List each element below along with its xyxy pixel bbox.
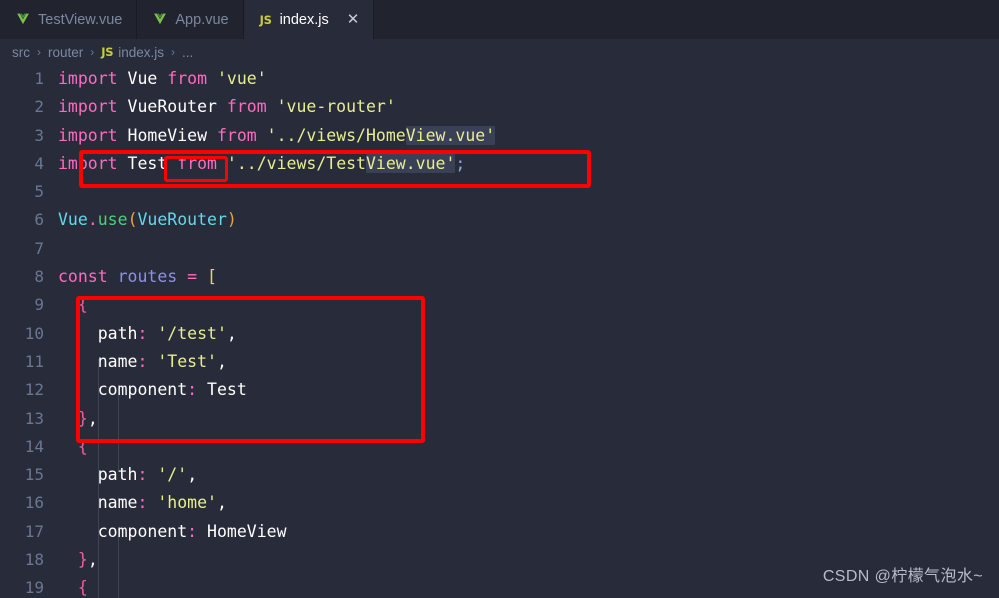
code-line: 12 component: Test	[0, 376, 999, 404]
code-line: 15 path: '/',	[0, 461, 999, 489]
breadcrumb: src › router › JS index.js › ...	[0, 39, 999, 65]
tab-label: TestView.vue	[38, 11, 123, 28]
watermark: CSDN @柠檬气泡水~	[822, 568, 983, 585]
line-number: 7	[34, 238, 44, 258]
line-number: 15	[24, 465, 44, 485]
line-content: name: 'home',	[97, 493, 227, 513]
line-content: component: Test	[97, 380, 247, 400]
code-line: 4 import Test from '../views/TestView.vu…	[0, 150, 999, 178]
line-content: import Test from '../views/TestView.vue'…	[58, 153, 466, 173]
line-content: path: '/test',	[97, 323, 237, 343]
line-number: 10	[24, 323, 44, 343]
code-line: 8 const routes = [	[0, 263, 999, 291]
breadcrumb-item-file[interactable]: index.js	[118, 45, 164, 60]
line-number: 14	[24, 436, 44, 456]
tab-label: index.js	[279, 11, 329, 28]
code-editor[interactable]: 1 import Vue from 'vue' 2 import VueRout…	[0, 65, 999, 598]
breadcrumb-item-src[interactable]: src	[12, 45, 30, 60]
line-number: 9	[34, 295, 44, 315]
vue-icon	[153, 13, 167, 26]
line-number: 5	[34, 182, 44, 202]
tab-label: App.vue	[175, 11, 229, 28]
line-content: Vue.use(VueRouter)	[58, 210, 237, 230]
code-line: 2 import VueRouter from 'vue-router'	[0, 93, 999, 121]
line-number: 11	[24, 351, 44, 371]
line-number: 8	[34, 267, 44, 287]
code-line: 11 name: 'Test',	[0, 348, 999, 376]
code-line: 17 component: HomeView	[0, 518, 999, 546]
line-content: {	[77, 436, 88, 456]
line-content: },	[77, 550, 98, 570]
line-number: 19	[24, 578, 44, 598]
code-line: 10 path: '/test',	[0, 320, 999, 348]
vue-icon	[16, 13, 30, 26]
line-number: 18	[24, 550, 44, 570]
line-number: 12	[24, 380, 44, 400]
line-content: },	[77, 408, 98, 428]
chevron-right-icon: ›	[171, 45, 176, 59]
breadcrumb-item-symbols[interactable]: ...	[182, 45, 193, 60]
line-content: {	[77, 295, 88, 315]
line-number: 3	[34, 125, 44, 145]
line-content: {	[77, 578, 88, 598]
line-content: const routes = [	[58, 267, 217, 287]
code-line: 14 {	[0, 433, 999, 461]
chevron-right-icon: ›	[90, 45, 95, 59]
code-line: 5	[0, 178, 999, 206]
tab-app-vue[interactable]: App.vue	[137, 0, 244, 39]
line-content: path: '/',	[97, 465, 198, 485]
tab-testview-vue[interactable]: TestView.vue	[0, 0, 138, 39]
chevron-right-icon: ›	[37, 45, 41, 59]
code-line: 3 import HomeView from '../views/HomeVie…	[0, 122, 999, 150]
tab-bar-empty-space	[374, 0, 999, 39]
line-content: import Vue from 'vue'	[58, 69, 267, 88]
line-number: 13	[24, 408, 44, 428]
code-line: 16 name: 'home',	[0, 489, 999, 517]
code-lines: 1 import Vue from 'vue' 2 import VueRout…	[0, 65, 999, 598]
tab-index-js[interactable]: JS index.js ✕	[243, 0, 375, 39]
code-line: 6 Vue.use(VueRouter)	[0, 206, 999, 234]
breadcrumb-item-router[interactable]: router	[48, 45, 83, 60]
line-content: import HomeView from '../views/HomeView.…	[58, 125, 496, 145]
js-icon: JS	[101, 45, 114, 59]
line-content: import VueRouter from 'vue-router'	[58, 97, 396, 117]
line-number: 1	[34, 69, 44, 88]
code-line: 1 import Vue from 'vue'	[0, 65, 999, 93]
line-number: 16	[24, 493, 44, 513]
line-number: 4	[34, 153, 44, 173]
editor-tab-bar: TestView.vue App.vue JS index.js ✕	[0, 0, 999, 39]
close-icon[interactable]: ✕	[347, 12, 360, 27]
line-number: 2	[34, 97, 44, 117]
line-content: name: 'Test',	[97, 351, 227, 371]
line-number: 6	[34, 210, 44, 230]
code-line: 13 },	[0, 405, 999, 433]
line-content: component: HomeView	[97, 521, 287, 541]
code-line: 9 {	[0, 291, 999, 319]
js-icon: JS	[259, 12, 272, 27]
line-number: 17	[24, 521, 44, 541]
code-line: 7	[0, 235, 999, 263]
